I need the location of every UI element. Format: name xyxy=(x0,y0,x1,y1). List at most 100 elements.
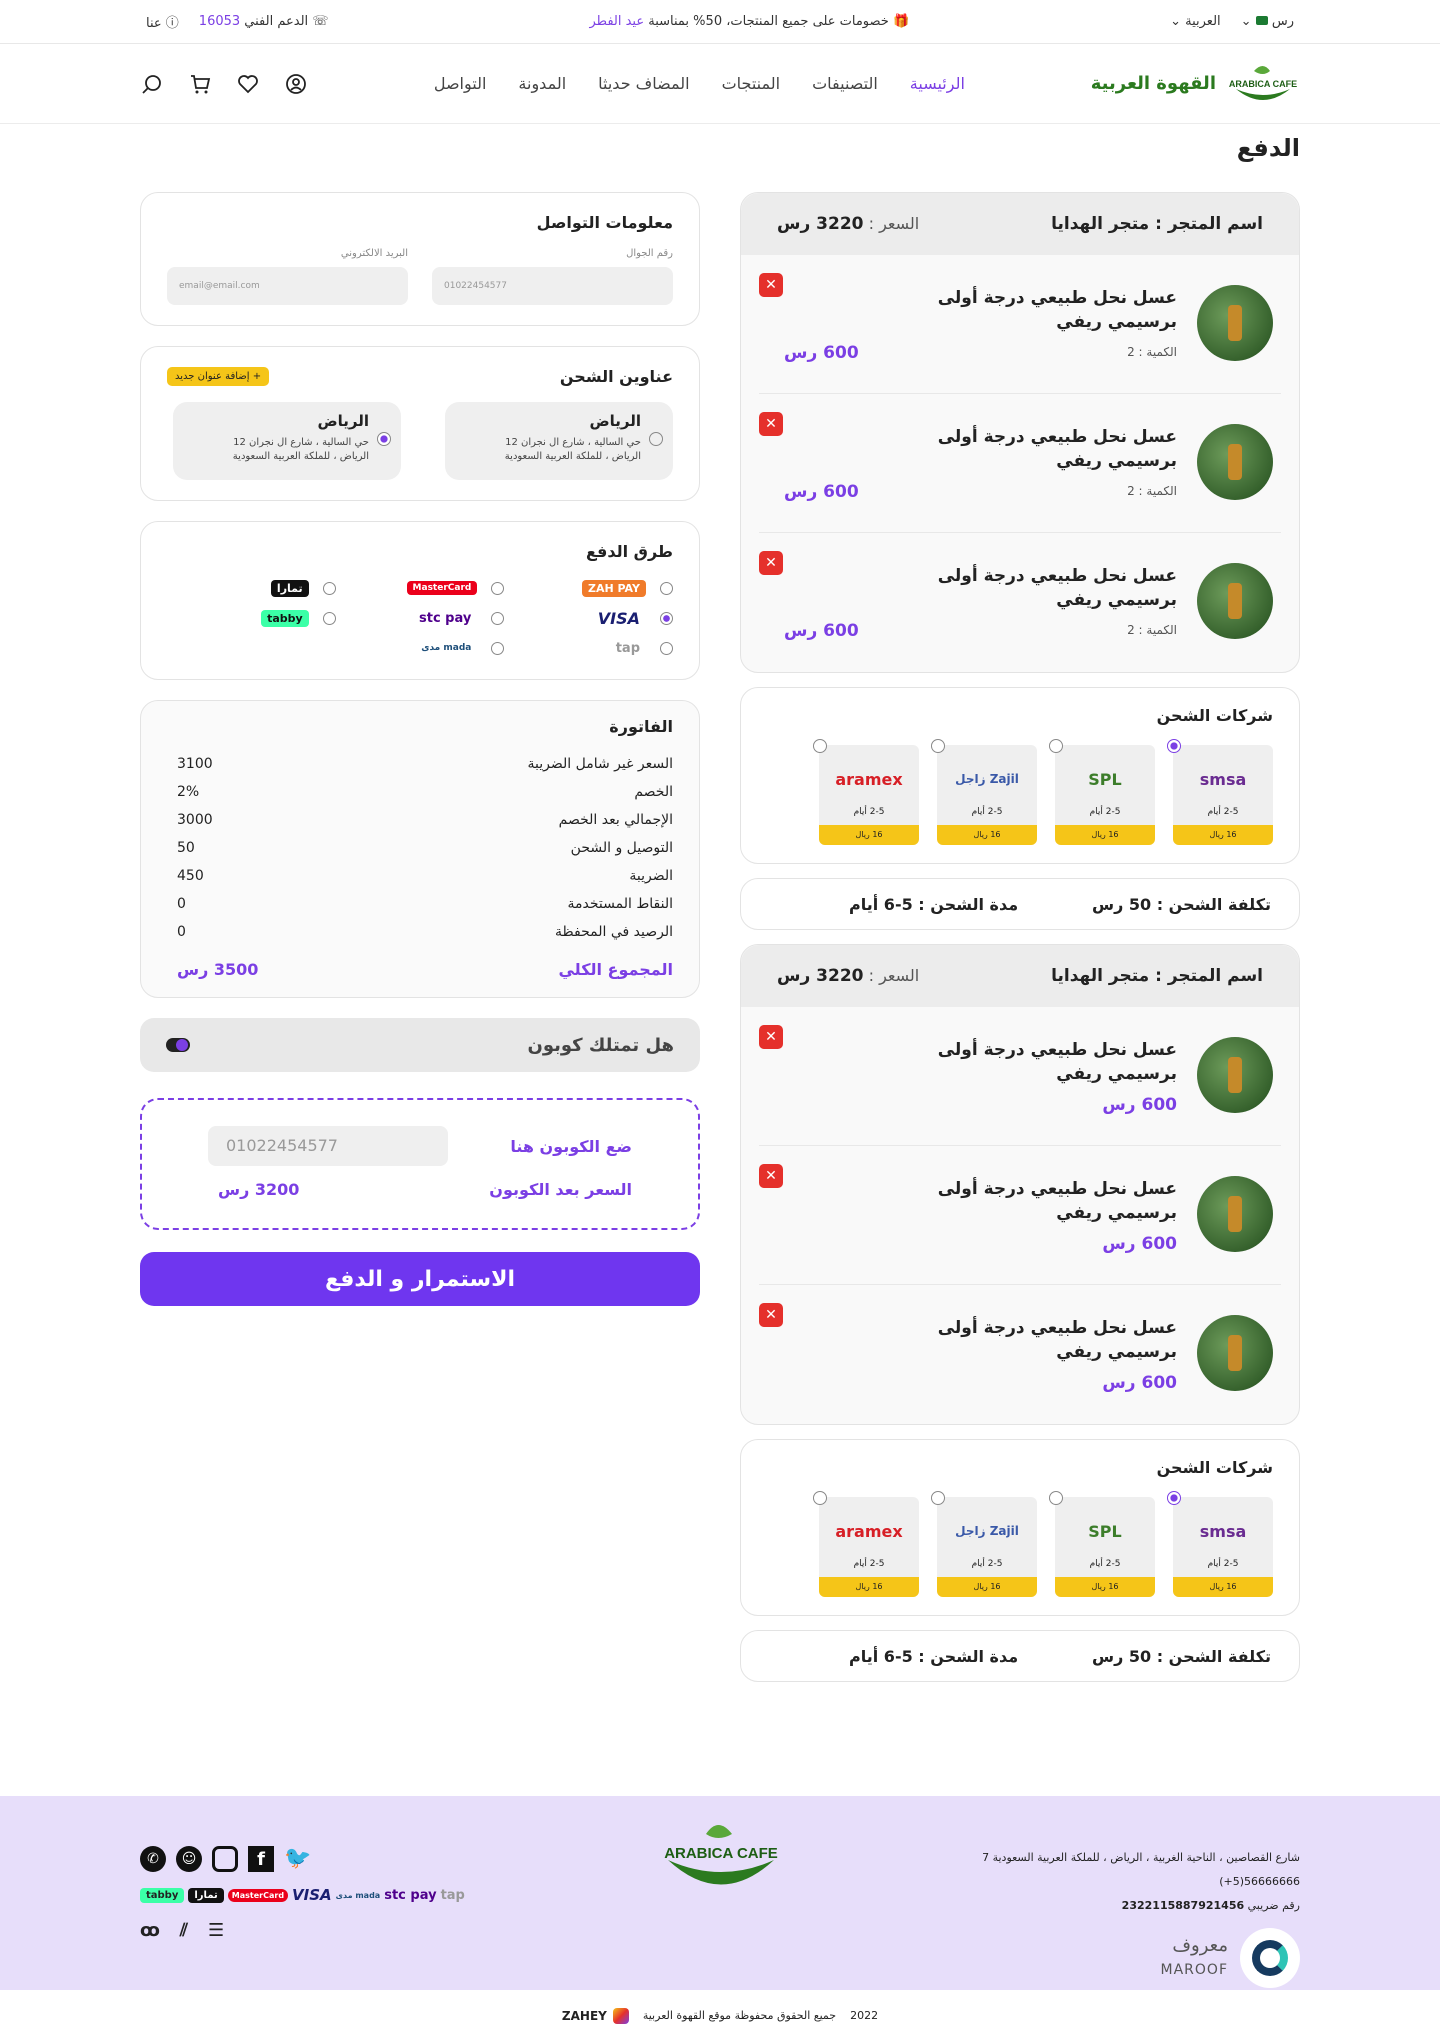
language-selector[interactable]: العربية ⌄ xyxy=(1170,14,1221,29)
whatsapp-icon[interactable]: ✆ xyxy=(140,1846,166,1872)
invoice-label: النقاط المستخدمة xyxy=(567,896,673,912)
product-name[interactable]: عسل نحل طبيعي درجة أولى برسيمي ريفي xyxy=(917,1039,1177,1087)
carrier-radio[interactable] xyxy=(1049,1491,1063,1505)
email-field[interactable]: email@email.com xyxy=(167,267,408,305)
promo-text: خصومات على جميع المنتجات، 50% بمناسبة xyxy=(648,14,889,29)
carrier-option[interactable]: SPL 2-5 أيام 16 ريال xyxy=(1049,1491,1155,1597)
product-price: 600 رس xyxy=(784,343,859,363)
support-link[interactable]: ☏ الدعم الفني 16053 xyxy=(199,14,329,29)
instagram-icon[interactable] xyxy=(212,1846,238,1872)
nav-item-blog[interactable]: المدونة xyxy=(518,74,566,93)
nav-item-categories[interactable]: التصنيفات xyxy=(812,74,878,93)
payment-radio[interactable] xyxy=(660,611,673,625)
tax-number: 2322115887921456 xyxy=(1121,1899,1245,1912)
badge-icon[interactable]: ꝏ xyxy=(140,1920,160,1941)
product-name[interactable]: عسل نحل طبيعي درجة أولى برسيمي ريفي xyxy=(917,287,1177,335)
address-option[interactable]: الرياض حي السالية ، شارع ال نجران 12 الريا… xyxy=(445,402,673,480)
brand-logo[interactable]: ARABICA CAFE القهوة العربية xyxy=(1091,61,1300,107)
carrier-option[interactable]: Zajil زاجل 2-5 أيام 16 ريال xyxy=(931,739,1037,845)
payment-radio[interactable] xyxy=(660,581,673,595)
checkout-form-column: معلومات التواصل رقم الجوال 01022454577 ال… xyxy=(140,192,700,1696)
section-title: معلومات التواصل xyxy=(536,213,673,232)
payment-option[interactable]: tabby xyxy=(167,607,336,629)
address-option[interactable]: الرياض حي السالية ، شارع ال نجران 12 الريا… xyxy=(173,402,401,480)
carrier-option[interactable]: Zajil زاجل 2-5 أيام 16 ريال xyxy=(931,1491,1037,1597)
payment-radio[interactable] xyxy=(660,641,673,655)
carrier-radio[interactable] xyxy=(931,1491,945,1505)
product-name[interactable]: عسل نحل طبيعي درجة أولى برسيمي ريفي xyxy=(917,1178,1177,1226)
about-link[interactable]: ⓘ عنا xyxy=(146,12,179,31)
shipping-companies: شركات الشحن smsa 2-5 أيام 16 ريال SPL 2-5 أ… xyxy=(740,687,1300,864)
remove-item-button[interactable]: ✕ xyxy=(759,412,783,436)
footer-logo[interactable]: ARABICA CAFE xyxy=(656,1814,786,1894)
support-number: 16053 xyxy=(198,14,241,29)
snapchat-icon[interactable]: ☺ xyxy=(176,1846,202,1872)
payment-radio[interactable] xyxy=(322,611,336,625)
payment-radio[interactable] xyxy=(322,581,336,595)
payment-radio[interactable] xyxy=(491,641,505,655)
cart-item: عسل نحل طبيعي درجة أولى برسيمي ريفي 600 … xyxy=(759,1285,1281,1424)
payment-option[interactable]: ZAH PAY xyxy=(504,577,673,599)
about-label: عنا xyxy=(146,16,162,31)
heart-icon[interactable] xyxy=(236,72,260,96)
carrier-radio[interactable] xyxy=(813,1491,827,1505)
carrier-radio[interactable] xyxy=(1167,739,1181,753)
carrier-option[interactable]: aramex 2-5 أيام 16 ريال xyxy=(813,1491,919,1597)
carrier-radio[interactable] xyxy=(1167,1491,1181,1505)
currency-selector[interactable]: رس ⌄ xyxy=(1241,14,1294,29)
payment-option[interactable]: MasterCard xyxy=(336,577,505,599)
carrier-option[interactable]: SPL 2-5 أيام 16 ريال xyxy=(1049,739,1155,845)
carrier-days: 2-5 أيام xyxy=(1089,807,1121,817)
payment-option[interactable]: tap xyxy=(504,637,673,659)
cart-icon[interactable] xyxy=(188,72,212,96)
zahey-logo[interactable]: ZAHEY xyxy=(562,2007,629,2024)
payment-option[interactable]: stc pay xyxy=(336,607,505,629)
product-name[interactable]: عسل نحل طبيعي درجة أولى برسيمي ريفي xyxy=(917,426,1177,474)
carrier-radio[interactable] xyxy=(931,739,945,753)
carrier-radio[interactable] xyxy=(1049,739,1063,753)
address-radio[interactable] xyxy=(377,432,391,446)
remove-item-button[interactable]: ✕ xyxy=(759,551,783,575)
carrier-days: 2-5 أيام xyxy=(853,807,885,817)
address-radio[interactable] xyxy=(649,432,663,446)
carrier-option[interactable]: smsa 2-5 أيام 16 ريال xyxy=(1167,1491,1273,1597)
maroof-badge[interactable]: معروف MAROOF xyxy=(982,1928,1300,1988)
carrier-radio[interactable] xyxy=(813,739,827,753)
remove-item-button[interactable]: ✕ xyxy=(759,1303,783,1327)
cart-item: عسل نحل طبيعي درجة أولى برسيمي ريفي 600 … xyxy=(759,1007,1281,1146)
twitter-icon[interactable]: 🐦 xyxy=(284,1846,311,1872)
nav-item-home[interactable]: الرئيسية xyxy=(910,74,965,93)
remove-item-button[interactable]: ✕ xyxy=(759,1164,783,1188)
carrier-option[interactable]: smsa 2-5 أيام 16 ريال xyxy=(1167,739,1273,845)
shipping-title: شركات الشحن xyxy=(1156,706,1273,725)
phone-field[interactable]: 01022454577 xyxy=(432,267,673,305)
facebook-icon[interactable]: f xyxy=(248,1846,274,1872)
coupon-toggle-bar[interactable]: هل تمتلك كوبون xyxy=(140,1018,700,1072)
payment-radio[interactable] xyxy=(491,611,505,625)
footer-address: شارع القصاصين ، الناحية الغربية ، الرياض… xyxy=(982,1851,1300,1864)
promo-highlight[interactable]: عيد الفطر xyxy=(589,14,644,29)
badge-icon[interactable]: ⫽ xyxy=(180,1920,188,1941)
add-address-button[interactable]: + إضافة عنوان جديد xyxy=(167,367,270,386)
payment-option[interactable]: تمارا xyxy=(167,577,336,599)
product-name[interactable]: عسل نحل طبيعي درجة أولى برسيمي ريفي xyxy=(917,565,1177,613)
continue-payment-button[interactable]: الاستمرار و الدفع xyxy=(140,1252,700,1306)
payment-option[interactable]: VISA xyxy=(504,607,673,629)
menu-icon[interactable]: ☰ xyxy=(208,1920,224,1941)
nav-item-new[interactable]: المضاف حديثا xyxy=(598,74,689,93)
nav-item-contact[interactable]: التواصل xyxy=(434,74,487,93)
nav-item-products[interactable]: المنتجات xyxy=(722,74,781,93)
social-links: ✆ ☺ f 🐦 tabby تمارا MasterCard VISA مدى … xyxy=(140,1846,465,1941)
payment-radio[interactable] xyxy=(491,581,505,595)
user-icon[interactable] xyxy=(284,72,308,96)
search-icon[interactable] xyxy=(140,72,164,96)
product-price: 600 رس xyxy=(1102,1373,1177,1393)
coupon-input[interactable]: 01022454577 xyxy=(208,1126,448,1166)
carrier-days: 2-5 أيام xyxy=(971,807,1003,817)
payment-option[interactable]: mada مدى xyxy=(336,637,505,659)
carrier-option[interactable]: aramex 2-5 أيام 16 ريال xyxy=(813,739,919,845)
coupon-toggle[interactable] xyxy=(166,1038,190,1052)
remove-item-button[interactable]: ✕ xyxy=(759,273,783,297)
remove-item-button[interactable]: ✕ xyxy=(759,1025,783,1049)
product-name[interactable]: عسل نحل طبيعي درجة أولى برسيمي ريفي xyxy=(917,1317,1177,1365)
